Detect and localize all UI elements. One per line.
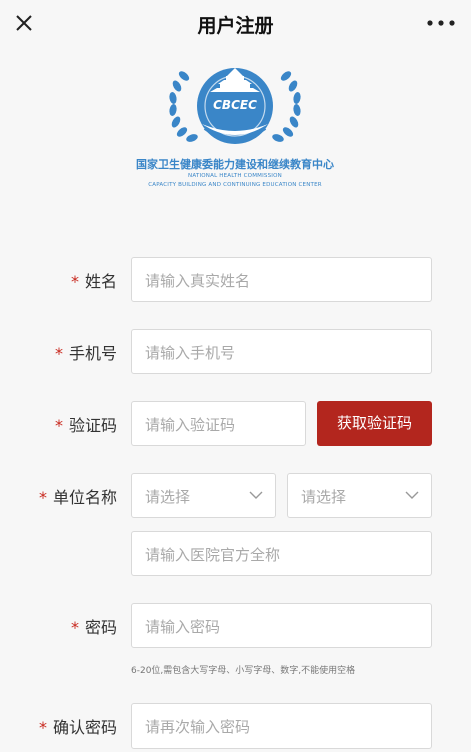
unit-name-placeholder: 请输入医院官方全称 [145, 546, 281, 564]
required-mark: * [38, 718, 47, 737]
more-icon[interactable] [423, 12, 459, 34]
phone-label: * 手机号 [55, 340, 117, 364]
name-input[interactable]: 请输入真实姓名 [131, 257, 432, 302]
confirm-password-input[interactable]: 请再次输入密码 [131, 703, 432, 749]
required-mark: * [70, 618, 79, 637]
password-input[interactable]: 请输入密码 [131, 603, 432, 648]
get-code-button[interactable]: 获取验证码 [317, 401, 432, 446]
password-hint: 6-20位,需包含大写字母、小写字母、数字,不能使用空格 [131, 666, 356, 676]
password-label-text: 密码 [84, 618, 117, 637]
emblem-text: CBCEC [213, 98, 257, 112]
org-name-en-line1: NATIONAL HEALTH COMMISSION [188, 173, 282, 179]
password-placeholder: 请输入密码 [145, 618, 221, 636]
unit-name-input[interactable]: 请输入医院官方全称 [131, 531, 432, 576]
navigation-bar: 用户注册 [0, 0, 471, 46]
confirm-password-label: * 确认密码 [39, 714, 117, 738]
required-mark: * [54, 344, 63, 363]
unit-label-text: 单位名称 [52, 488, 117, 507]
chevron-down-icon [405, 491, 419, 499]
required-mark: * [38, 488, 47, 507]
name-label-text: 姓名 [84, 272, 117, 291]
name-placeholder: 请输入真实姓名 [145, 272, 251, 290]
password-label: * 密码 [71, 614, 117, 638]
phone-input[interactable]: 请输入手机号 [131, 329, 432, 374]
unit-label: * 单位名称 [39, 484, 117, 508]
unit-select-2[interactable]: 请选择 [287, 473, 432, 518]
required-mark: * [70, 272, 79, 291]
unit-select-1-value: 请选择 [145, 488, 191, 506]
unit-select-1[interactable]: 请选择 [131, 473, 276, 518]
code-label: * 验证码 [55, 412, 117, 436]
confirm-password-label-text: 确认密码 [52, 718, 117, 737]
confirm-password-placeholder: 请再次输入密码 [145, 718, 251, 736]
unit-select-2-value: 请选择 [301, 488, 347, 506]
page-title: 用户注册 [197, 15, 274, 37]
code-placeholder: 请输入验证码 [145, 416, 236, 434]
code-label-text: 验证码 [68, 416, 117, 435]
phone-label-text: 手机号 [68, 344, 117, 363]
name-label: * 姓名 [71, 268, 117, 292]
chevron-down-icon [249, 491, 263, 499]
organization-logo: CBCEC 国家卫生健康委能力建设和继续教育中心 NATIONAL HEALTH… [130, 54, 340, 194]
code-input[interactable]: 请输入验证码 [131, 401, 306, 446]
org-name-en-line2: CAPACITY BUILDING AND CONTINUING EDUCATI… [148, 182, 322, 188]
org-name-cn: 国家卫生健康委能力建设和继续教育中心 [136, 158, 334, 171]
phone-placeholder: 请输入手机号 [145, 344, 236, 362]
required-mark: * [54, 416, 63, 435]
